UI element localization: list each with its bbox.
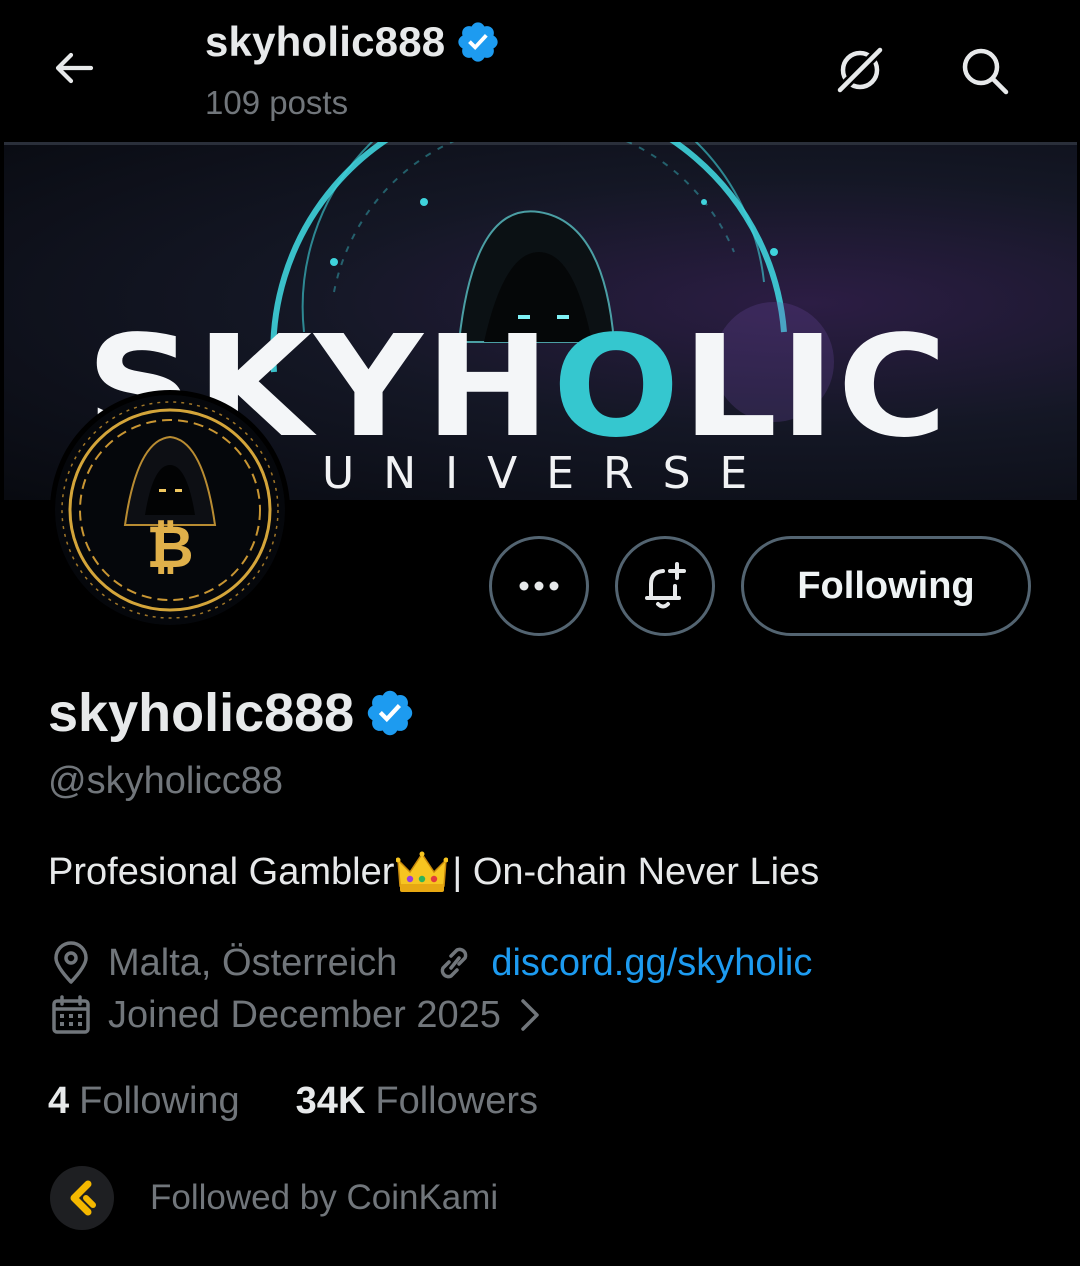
following-stat[interactable]: 4 Following [48, 1080, 240, 1123]
arrow-left-icon [55, 52, 94, 84]
profile-joined-date: Joined December 2025 [108, 993, 501, 1036]
grok-icon [833, 43, 887, 97]
profile-bio: Profesional Gambler | On-chain Never Lie… [48, 850, 819, 894]
followers-label: Followers [375, 1080, 538, 1122]
profile-website-link[interactable]: discord.gg/skyholic [491, 942, 812, 985]
followed-by-text: Followed by CoinKami [150, 1178, 499, 1217]
link-icon [441, 947, 468, 979]
crown-emoji [396, 851, 449, 892]
search-icon [962, 48, 1009, 95]
chevron-right-icon [521, 999, 539, 1031]
banner-subtitle: UNIVERSE [322, 448, 777, 499]
profile-meta-row: Malta, Österreich discord.gg/skyholic [48, 940, 812, 986]
verified-badge-icon [458, 22, 499, 62]
location-pin-icon [54, 941, 88, 984]
profile-location: Malta, Österreich [108, 941, 398, 984]
avatar-art: ₿ [55, 395, 285, 625]
search-button[interactable] [954, 40, 1014, 100]
following-label: Following [79, 1080, 240, 1122]
following-count: 4 [48, 1080, 70, 1122]
back-button[interactable] [44, 38, 104, 98]
header-title-group: skyholic888 [205, 18, 501, 66]
user-handle: @skyholicc88 [48, 760, 283, 802]
grok-button[interactable] [830, 40, 890, 100]
follower-avatar [50, 1166, 114, 1230]
post-count: 109 posts [205, 84, 349, 121]
display-name: skyholic888 [48, 683, 355, 743]
profile-page: skyholic888 109 posts SKYHOLIC UNIVERSE … [0, 0, 1080, 1266]
profile-avatar[interactable]: ₿ [50, 390, 290, 630]
bio-text-end: | On-chain Never Lies [452, 850, 820, 893]
coinkami-logo-icon [70, 1180, 96, 1216]
following-button[interactable]: Following [741, 536, 1031, 636]
bell-plus-icon [645, 562, 686, 609]
verified-badge-icon[interactable] [364, 687, 416, 739]
notifications-button[interactable] [615, 536, 715, 636]
calendar-icon [52, 995, 90, 1034]
follow-stats: 4 Following 34K Followers [48, 1080, 538, 1123]
banner-title-part2: LIC [681, 306, 950, 469]
svg-text:₿: ₿ [146, 513, 193, 581]
bio-text-start: Profesional Gambler [48, 850, 395, 893]
banner-title-o: O [552, 306, 682, 469]
followers-stat[interactable]: 34K Followers [296, 1080, 538, 1123]
more-options-button[interactable] [489, 536, 589, 636]
profile-joined-row[interactable]: Joined December 2025 [48, 992, 545, 1038]
followed-by-row[interactable]: Followed by CoinKami [50, 1166, 498, 1230]
display-name-group: skyholic888 [48, 682, 416, 744]
more-horizontal-icon [519, 581, 559, 591]
followers-count: 34K [295, 1080, 366, 1122]
header-title: skyholic888 [205, 18, 446, 65]
top-app-bar: skyholic888 109 posts [0, 0, 1080, 140]
